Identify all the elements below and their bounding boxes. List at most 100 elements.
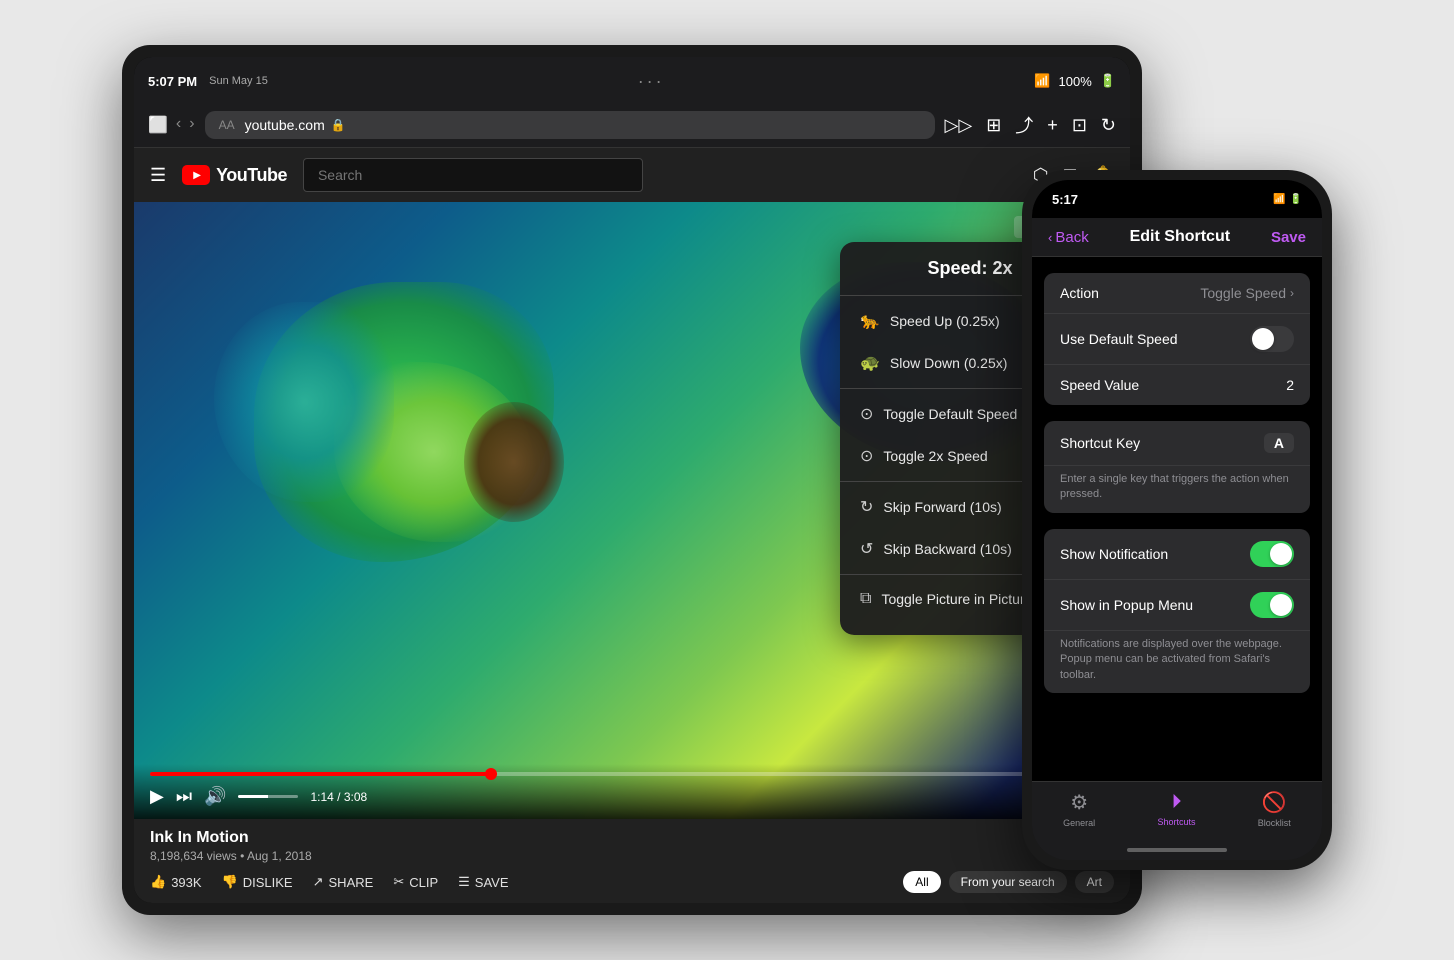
youtube-search-input[interactable]	[303, 158, 643, 192]
shortcut-content: Action Toggle Speed › Use Default Speed …	[1032, 257, 1322, 781]
safari-status-bar: 5:07 PM Sun May 15 ··· 📶 100% 🔋	[134, 57, 1130, 105]
show-notification-toggle[interactable]	[1250, 541, 1294, 567]
playback-icon[interactable]: ▷▷	[945, 115, 973, 136]
battery-text: 100%	[1059, 74, 1092, 89]
play-button[interactable]: ▶	[150, 786, 164, 807]
blocklist-tab-label: Blocklist	[1258, 818, 1291, 828]
tabs-icon[interactable]: ⊡	[1072, 115, 1087, 136]
toggle-2x-label: Toggle 2x Speed	[883, 448, 987, 464]
back-label: Back	[1055, 229, 1088, 246]
pip-label: Toggle Picture in Picture	[881, 591, 1032, 607]
video-controls: ▶ ⏭ 🔊 1:14 / 3:08 ⏯ CC ⚙	[134, 764, 1130, 819]
slow-down-label: Slow Down (0.25x)	[890, 355, 1008, 371]
sidebar-icon[interactable]: ⬜	[148, 115, 168, 135]
shortcut-key-section: Shortcut Key A Enter a single key that t…	[1044, 421, 1310, 513]
like-button[interactable]: 👍 393K	[150, 874, 202, 890]
clip-button[interactable]: ✂ CLIP	[393, 874, 438, 890]
volume-slider[interactable]	[238, 795, 298, 798]
clip-label: CLIP	[409, 875, 438, 890]
skip-forward-label: Skip Forward (10s)	[883, 499, 1001, 515]
iphone-status-bar: 5:17 📶 🔋	[1032, 180, 1322, 218]
toggle-default-icon: ⊙	[860, 404, 873, 424]
controls-row: ▶ ⏭ 🔊 1:14 / 3:08 ⏯ CC ⚙	[150, 786, 1114, 807]
speed-value-number: 2	[1286, 377, 1294, 393]
safari-nav-icons: ⬜ ‹ ›	[148, 115, 195, 135]
iphone-time: 5:17	[1052, 192, 1078, 207]
ipad-time: 5:07 PM	[148, 74, 197, 89]
tab-general[interactable]: ⚙ General	[1063, 790, 1095, 828]
back-icon[interactable]: ‹	[176, 115, 181, 135]
video-dot-separator: •	[240, 849, 247, 863]
ink-blob-4	[464, 402, 564, 522]
like-count: 393K	[171, 875, 201, 890]
iphone-status-icons: 📶 🔋	[1273, 194, 1302, 205]
edit-shortcut-header: ‹ Back Edit Shortcut Save	[1032, 218, 1322, 257]
hamburger-menu-icon[interactable]: ☰	[150, 165, 166, 186]
refresh-icon[interactable]: ↻	[1101, 115, 1116, 136]
filter-all[interactable]: All	[903, 871, 940, 893]
speed-value-row: Speed Value 2	[1044, 365, 1310, 405]
blocklist-tab-icon: 🚫	[1262, 790, 1287, 815]
youtube-content: ☰ YouTube ⬡ ⊞ 🔔	[134, 148, 1130, 903]
toggle-default-label: Toggle Default Speed	[883, 406, 1017, 422]
progress-dot	[485, 768, 497, 780]
use-default-speed-toggle[interactable]	[1250, 326, 1294, 352]
ipad-screen: 5:07 PM Sun May 15 ··· 📶 100% 🔋 ⬜ ‹ › AA…	[134, 57, 1130, 903]
home-indicator	[1032, 840, 1322, 860]
save-icon: ☰	[458, 874, 470, 890]
ink-blob-3	[214, 302, 394, 502]
dislike-button[interactable]: 👎 DISLIKE	[222, 874, 293, 890]
show-popup-toggle[interactable]	[1250, 592, 1294, 618]
clip-icon: ✂	[393, 874, 404, 890]
notification-toggle-thumb	[1270, 543, 1292, 565]
action-chevron-icon: ›	[1290, 286, 1294, 300]
ipad-date: Sun May 15	[209, 75, 268, 87]
shortcut-key-value: A	[1264, 433, 1294, 453]
tab-blocklist[interactable]: 🚫 Blocklist	[1258, 790, 1291, 828]
video-info-bar: Ink In Motion 8,198,634 views • Aug 1, 2…	[134, 819, 1130, 903]
filter-art[interactable]: Art	[1075, 871, 1114, 893]
save-label: SAVE	[475, 875, 509, 890]
action-label: Action	[1060, 285, 1099, 301]
safari-address-bar[interactable]: AA youtube.com 🔒	[205, 111, 935, 139]
youtube-logo-text: YouTube	[216, 165, 287, 186]
speed-value-label: Speed Value	[1060, 377, 1139, 393]
lock-icon: 🔒	[331, 118, 346, 132]
battery-icon: 🔋	[1100, 73, 1116, 89]
shortcut-key-label: Shortcut Key	[1060, 435, 1140, 451]
forward-icon[interactable]: ›	[189, 115, 194, 135]
notification-section: Show Notification Show in Popup Menu Not…	[1044, 529, 1310, 693]
safari-toolbar-right: ▷▷ ⊞ ⤴ + ⊡ ↻	[945, 112, 1116, 138]
toggle-2x-icon: ⊙	[860, 446, 873, 466]
iphone-screen: 5:17 📶 🔋 ‹ Back Edit Shortcut Save Actio…	[1032, 180, 1322, 860]
save-button[interactable]: ☰ SAVE	[458, 874, 508, 890]
volume-icon[interactable]: 🔊	[204, 786, 226, 807]
action-value-text: Toggle Speed	[1200, 285, 1286, 301]
pip-icon: ⧉	[860, 590, 871, 608]
next-button[interactable]: ⏭	[176, 786, 192, 807]
show-popup-row: Show in Popup Menu	[1044, 580, 1310, 631]
save-shortcut-button[interactable]: Save	[1271, 229, 1306, 246]
safari-dots: ···	[638, 71, 665, 92]
share-icon[interactable]: ⤴	[1015, 112, 1033, 138]
filter-from-search[interactable]: From your search	[949, 871, 1067, 893]
safari-status-icons: 📶 100% 🔋	[1034, 73, 1116, 89]
tab-shortcuts[interactable]: ⏵ Shortcuts	[1157, 791, 1195, 827]
add-tab-icon[interactable]: ⊞	[986, 115, 1001, 136]
shortcut-key-row[interactable]: Shortcut Key A	[1044, 421, 1310, 466]
status-info: 5:07 PM Sun May 15	[148, 74, 268, 89]
video-date: Aug 1, 2018	[247, 849, 312, 863]
dislike-label: DISLIKE	[243, 875, 293, 890]
thumbs-down-icon: 👎	[222, 874, 238, 890]
action-row[interactable]: Action Toggle Speed ›	[1044, 273, 1310, 314]
home-indicator-bar	[1127, 848, 1227, 852]
skip-backward-icon: ↺	[860, 539, 873, 559]
toggle-thumb	[1252, 328, 1274, 350]
share-button[interactable]: ↗ SHARE	[313, 874, 374, 890]
show-notification-label: Show Notification	[1060, 546, 1168, 562]
show-popup-label: Show in Popup Menu	[1060, 597, 1193, 613]
plus-icon[interactable]: +	[1047, 115, 1058, 136]
general-tab-label: General	[1063, 818, 1095, 828]
progress-bar[interactable]	[150, 772, 1114, 776]
back-button[interactable]: ‹ Back	[1048, 229, 1089, 246]
